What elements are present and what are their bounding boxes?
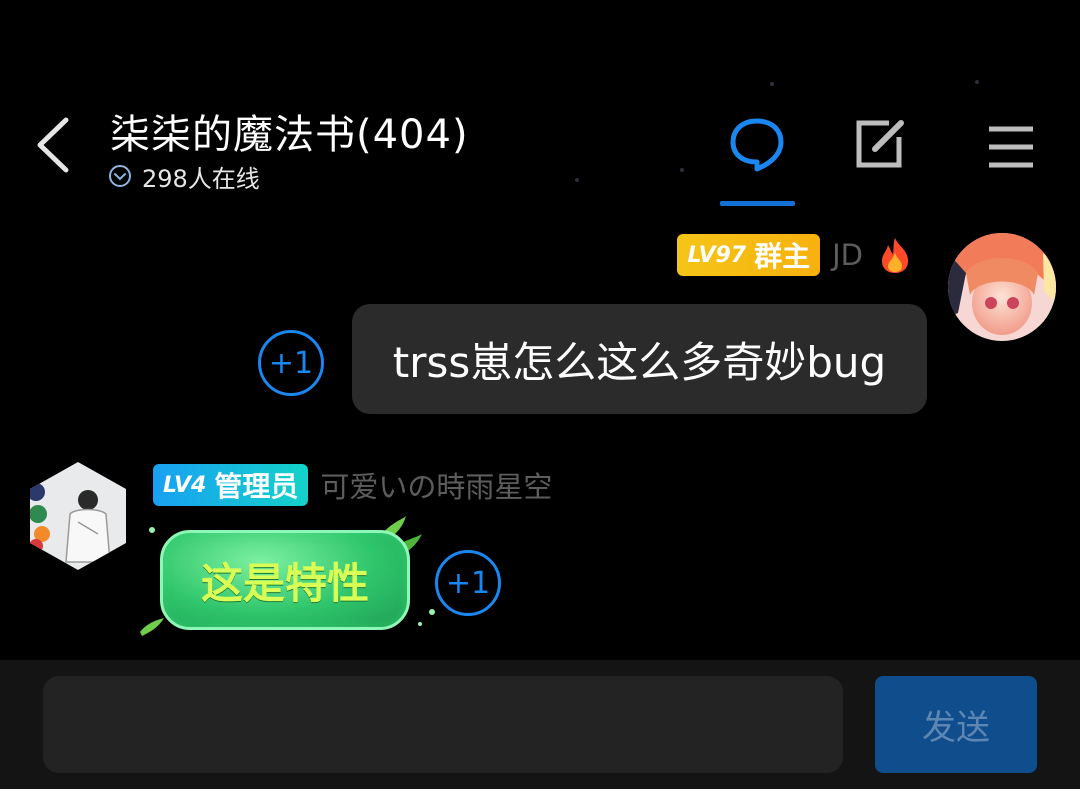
menu-button[interactable] xyxy=(976,112,1042,178)
sender-name[interactable]: 可爱いの時雨星空 xyxy=(320,464,552,506)
message-header: LV97 群主 JD xyxy=(677,234,915,276)
plus-one-button[interactable]: +1 xyxy=(258,330,324,396)
message-bubble[interactable]: trss崽怎么这么多奇妙bug xyxy=(352,304,927,414)
badge-level: LV4 xyxy=(163,472,207,498)
plus-one-button[interactable]: +1 xyxy=(435,550,501,616)
group-title: 柒柒的魔法书(404) xyxy=(110,112,469,158)
sender-name[interactable]: JD xyxy=(832,238,863,272)
send-button[interactable]: 发送 xyxy=(875,676,1037,773)
chat-screen: 柒柒的魔法书(404) 298人在线 LV97 群主 JD +1 trss崽怎么… xyxy=(0,0,1080,789)
avatar-image xyxy=(948,233,1056,341)
message-input[interactable] xyxy=(43,676,843,773)
active-tab-indicator xyxy=(720,201,795,206)
level-badge-admin: LV4 管理员 xyxy=(153,464,309,506)
edit-icon xyxy=(856,120,904,168)
sparkle-decoration xyxy=(575,178,579,182)
badge-role: 群主 xyxy=(754,240,811,273)
online-count[interactable]: 298人在线 xyxy=(108,160,260,193)
badge-level: LV97 xyxy=(687,242,747,268)
avatar[interactable] xyxy=(948,233,1056,341)
back-chevron-icon xyxy=(37,117,69,173)
message-header: LV4 管理员 可爱いの時雨星空 xyxy=(153,464,552,506)
message-bubble-wrapper: 这是特性 xyxy=(140,512,440,647)
fire-icon xyxy=(882,238,908,273)
back-button[interactable] xyxy=(30,112,78,178)
avatar-image xyxy=(30,462,126,570)
online-count-label: 298人在线 xyxy=(142,164,260,193)
sparkle-decoration xyxy=(975,80,979,84)
message-bubble[interactable]: 这是特性 xyxy=(160,530,410,630)
sparkle-decoration xyxy=(770,82,774,86)
edit-button[interactable] xyxy=(846,112,912,178)
badge-role: 管理员 xyxy=(214,470,299,503)
avatar[interactable] xyxy=(30,462,126,570)
level-badge-owner: LV97 群主 xyxy=(677,234,821,276)
menu-icon xyxy=(989,126,1033,168)
chat-bubble-icon xyxy=(730,118,784,172)
chevron-down-circle-icon xyxy=(109,165,131,187)
sparkle-decoration xyxy=(680,168,684,172)
tab-chat[interactable] xyxy=(724,112,790,178)
